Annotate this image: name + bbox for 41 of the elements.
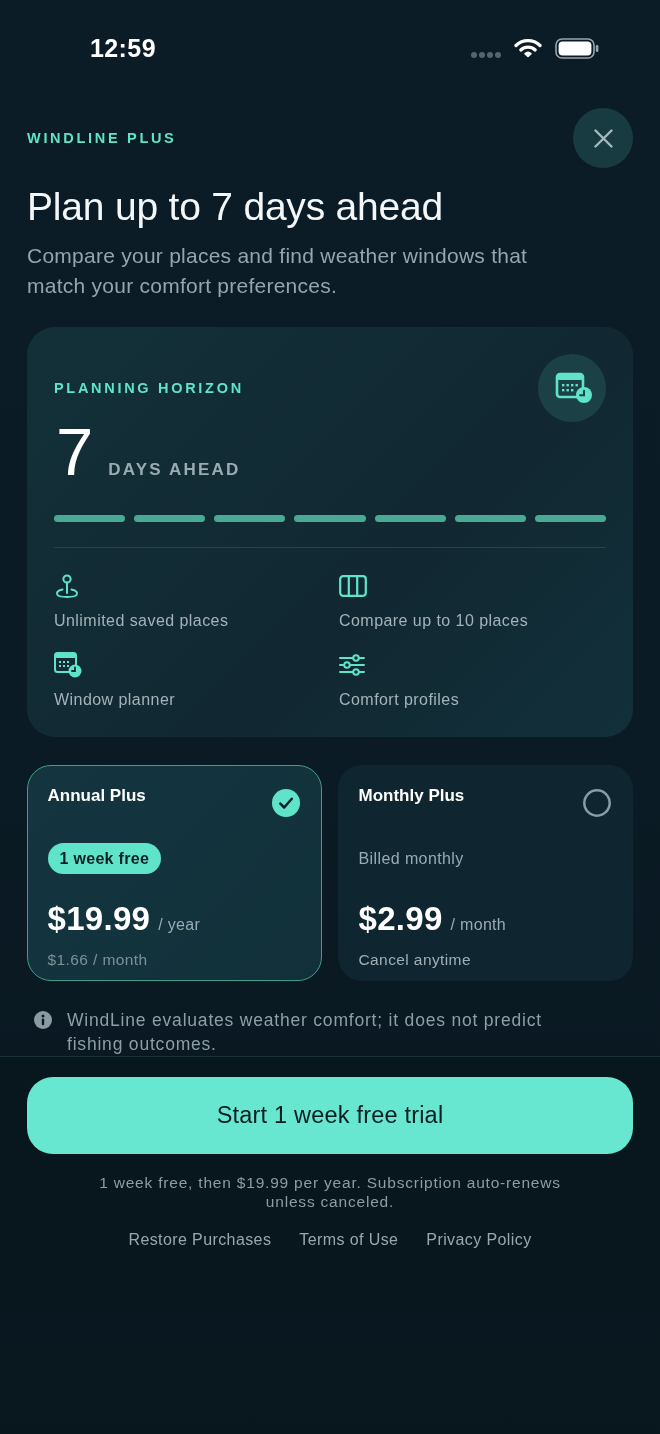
signal-icon [471, 51, 501, 58]
calendar-clock-icon [54, 652, 82, 678]
brand-label: WINDLINE PLUS [27, 130, 177, 146]
sliders-icon [339, 654, 365, 676]
status-time: 12:59 [90, 33, 156, 63]
feature-label: Unlimited saved places [54, 611, 230, 631]
calendar-clock-icon [538, 354, 606, 422]
trial-badge: 1 week free [47, 842, 162, 874]
plan-price: $19.99 [47, 898, 151, 939]
plan-note: $1.66 / month [47, 949, 149, 970]
plan-card[interactable]: Annual Plus 1 week free $19.99 / year $1.66 / month [27, 765, 322, 981]
plan-subtitle: Billed monthly [358, 848, 464, 869]
info-icon [34, 1011, 52, 1029]
plan-name: Monthly Plus [358, 784, 465, 807]
plan-price: $2.99 [358, 898, 443, 939]
columns-icon [339, 575, 367, 597]
close-icon [593, 128, 613, 148]
page-title: Plan up to 7 days ahead [27, 184, 445, 230]
section-label: PLANNING HORIZON [54, 380, 244, 396]
plan-period: / year [158, 915, 201, 934]
page-subtitle: Compare your places and find weather windows that match your comfort preferences. [27, 243, 529, 299]
plan-card[interactable]: Monthly Plus Billed monthly $2.99 / month Cancel anytime [338, 765, 633, 981]
check-icon [272, 788, 300, 817]
legal-text: 1 week free, then $19.99 per year. Subscription auto-renews unless canceled. [98, 1173, 562, 1211]
plan-period: / month [450, 915, 507, 934]
footer-link[interactable]: Privacy Policy [426, 1230, 532, 1250]
plan-note: Cancel anytime [358, 949, 472, 970]
horizon-value: 7 [56, 422, 94, 482]
footer-link[interactable]: Restore Purchases [128, 1230, 272, 1250]
start-trial-button[interactable]: Start 1 week free trial [27, 1077, 633, 1154]
wifi-icon [514, 38, 542, 58]
feature-label: Window planner [54, 690, 177, 710]
radio-circle-icon [583, 788, 611, 817]
disclaimer-text: WindLine evaluates weather comfort; it does not predict fishing outcomes. [67, 1009, 543, 1056]
feature-label: Compare up to 10 places [339, 611, 530, 631]
battery-icon [555, 37, 599, 59]
plan-name: Annual Plus [47, 784, 146, 807]
footer-link[interactable]: Terms of Use [299, 1230, 399, 1250]
pin-icon [54, 573, 80, 599]
horizon-unit: DAYS AHEAD [108, 460, 241, 480]
feature-label: Comfort profiles [339, 690, 461, 710]
